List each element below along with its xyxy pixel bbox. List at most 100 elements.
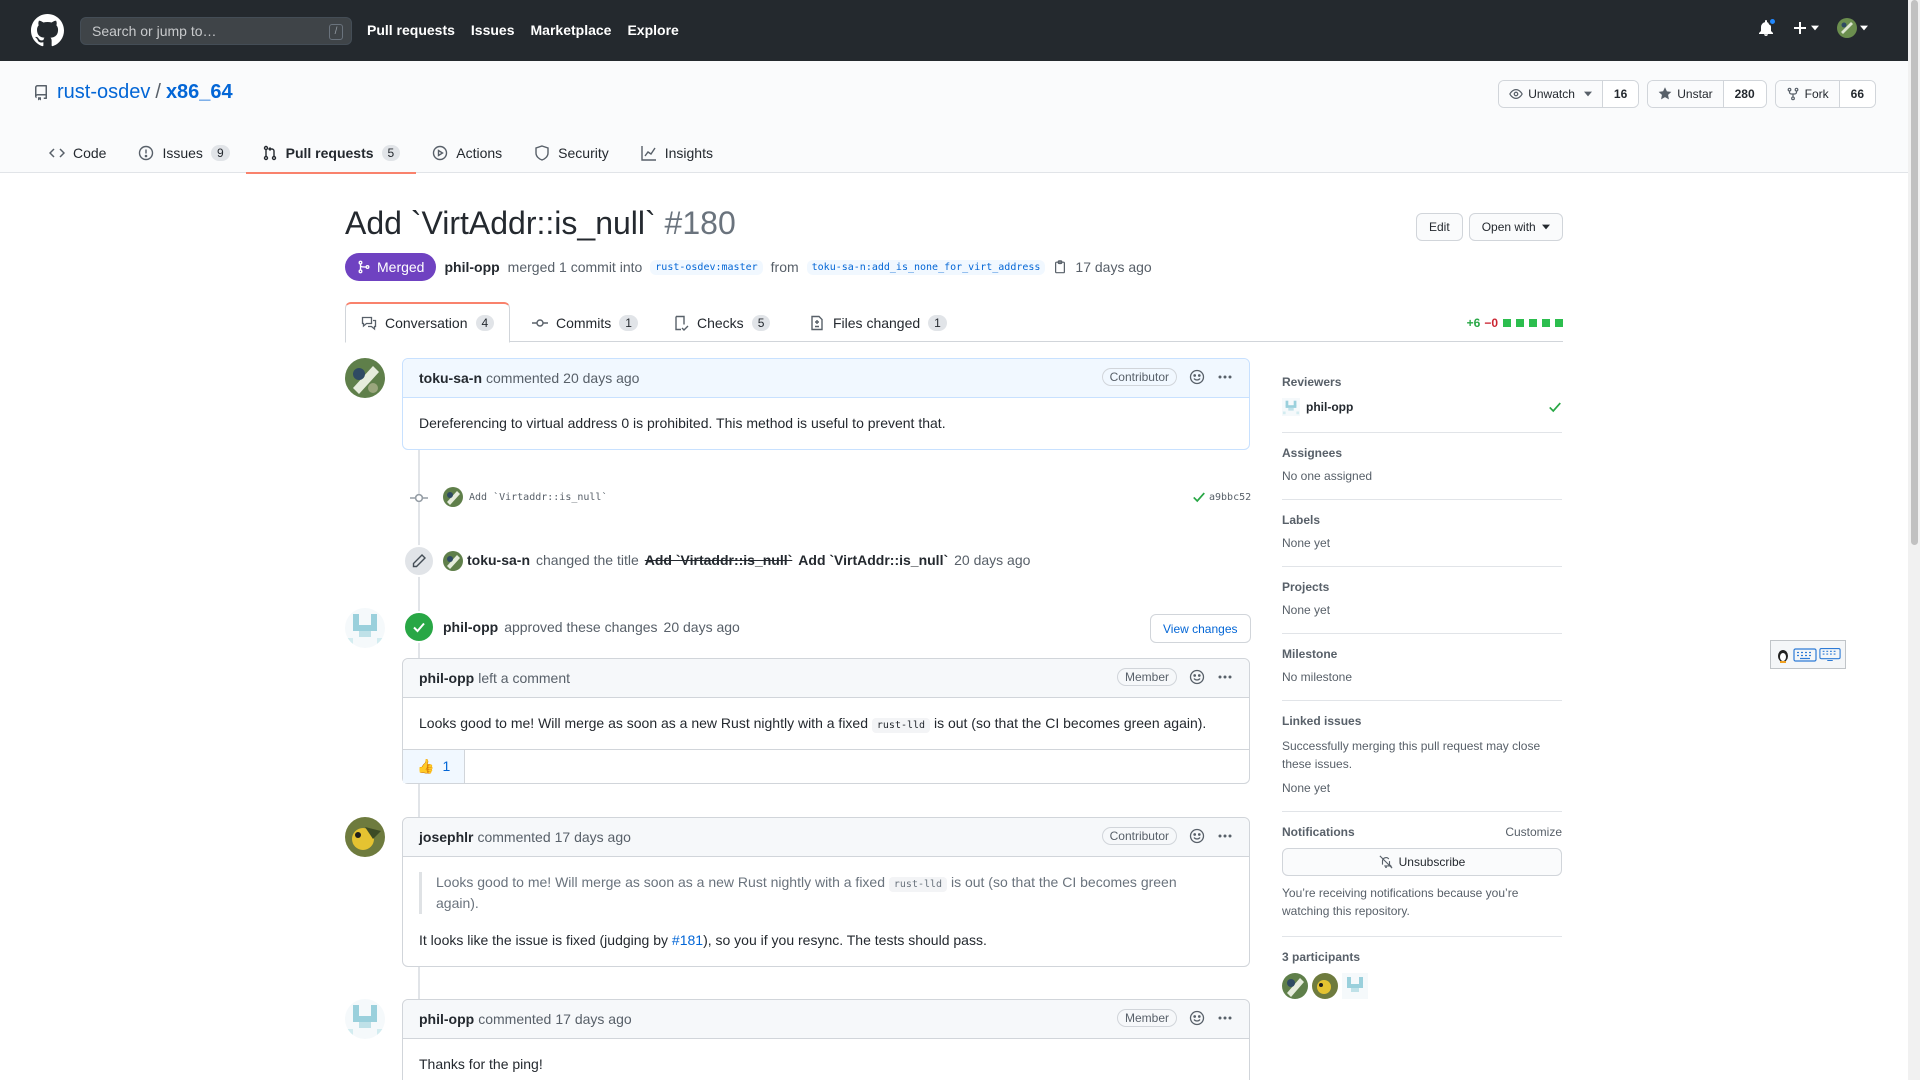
scrollbar-thumb[interactable] <box>1911 0 1918 545</box>
milestone-heading[interactable]: Milestone <box>1282 647 1562 661</box>
tab-actions[interactable]: Actions <box>416 133 518 173</box>
edit-title-button[interactable]: Edit <box>1416 213 1463 241</box>
input-method-widget[interactable] <box>1770 640 1846 669</box>
sidebar: Reviewers phil-opp Assignees No one assi… <box>1282 362 1562 1015</box>
customize-link[interactable]: Customize <box>1505 825 1562 839</box>
merged-state-badge: Merged <box>345 253 437 281</box>
kebab-horizontal-icon[interactable] <box>1217 828 1233 844</box>
reviewer-name[interactable]: phil-opp <box>1306 400 1353 414</box>
comment-author[interactable]: toku-sa-n <box>419 370 482 386</box>
search-input[interactable]: Search or jump to… / <box>80 17 352 45</box>
commit-status: a9bbc52 <box>1192 490 1251 504</box>
comment-time[interactable]: 20 days ago <box>563 370 639 386</box>
keyboard-icon <box>1819 647 1841 661</box>
tab-checks[interactable]: Checks 5 <box>658 302 785 343</box>
comment-author[interactable]: phil-opp <box>419 1011 474 1027</box>
tab-code[interactable]: Code <box>33 133 122 173</box>
watchers-count[interactable]: 16 <box>1602 81 1639 107</box>
issue-link[interactable]: #181 <box>672 932 703 948</box>
new-title: Add `VirtAddr::is_null` <box>798 552 949 568</box>
github-logo-icon[interactable] <box>31 14 64 47</box>
repo-name-link[interactable]: x86_64 <box>166 81 233 104</box>
search-shortcut-key: / <box>329 24 343 40</box>
fork-button[interactable]: Fork <box>1775 81 1840 107</box>
avatar[interactable] <box>345 817 385 857</box>
smiley-icon[interactable] <box>1189 369 1205 385</box>
fork-button-group: Fork 66 <box>1774 80 1876 108</box>
base-branch[interactable]: rust-osdev:master <box>650 259 763 275</box>
avatar[interactable] <box>345 358 385 398</box>
comment-tools: Member <box>1116 668 1233 686</box>
clipboard-icon[interactable] <box>1053 260 1067 274</box>
commit-sha[interactable]: a9bbc52 <box>1209 492 1251 503</box>
tab-files-changed[interactable]: Files changed 1 <box>794 302 962 343</box>
avatar[interactable] <box>345 608 385 648</box>
review-author[interactable]: phil-opp <box>443 619 498 635</box>
pull-requests-count: 5 <box>381 145 401 161</box>
tab-commits[interactable]: Commits 1 <box>517 302 653 343</box>
stargazers-count[interactable]: 280 <box>1723 81 1766 107</box>
smiley-icon[interactable] <box>1189 1010 1205 1026</box>
unwatch-button[interactable]: Unwatch <box>1499 81 1603 107</box>
create-new-menu[interactable] <box>1792 20 1819 36</box>
inline-code: rust-lld <box>888 877 948 892</box>
unstar-button[interactable]: Unstar <box>1648 81 1724 107</box>
forks-count[interactable]: 66 <box>1839 81 1875 107</box>
notifications-bell-icon[interactable] <box>1758 17 1777 36</box>
labels-heading[interactable]: Labels <box>1282 513 1562 527</box>
nav-issues[interactable]: Issues <box>471 22 515 38</box>
merger-link[interactable]: phil-opp <box>444 259 499 275</box>
avatar[interactable] <box>443 551 463 571</box>
commit-message[interactable]: Add `Virtaddr::is_null` <box>469 492 607 503</box>
issue-opened-icon <box>139 145 154 161</box>
scrollbar[interactable] <box>1908 0 1920 1080</box>
avatar[interactable] <box>345 999 385 1039</box>
avatar[interactable] <box>1282 398 1300 416</box>
pr-title-text: Add `VirtAddr::is_null` <box>345 205 656 241</box>
merged-time: 17 days ago <box>1075 259 1152 275</box>
kebab-horizontal-icon[interactable] <box>1217 369 1233 385</box>
comment-time[interactable]: 17 days ago <box>555 1011 631 1027</box>
nav-explore[interactable]: Explore <box>627 22 678 38</box>
head-branch[interactable]: toku-sa-n:add_is_none_for_virt_address <box>806 259 1046 275</box>
event-author[interactable]: toku-sa-n <box>467 552 530 568</box>
tab-security-label: Security <box>558 145 609 161</box>
thumbs-up-reaction[interactable]: 👍 1 <box>403 749 466 783</box>
repo-owner-link[interactable]: rust-osdev <box>57 81 150 104</box>
projects-heading[interactable]: Projects <box>1282 580 1562 594</box>
reviewers-heading[interactable]: Reviewers <box>1282 375 1562 389</box>
tab-issues[interactable]: Issues 9 <box>122 133 245 173</box>
reviewer-row: phil-opp <box>1282 398 1562 416</box>
tab-conversation[interactable]: Conversation 4 <box>345 302 511 343</box>
review-time[interactable]: 20 days ago <box>664 619 740 635</box>
check-icon[interactable] <box>1192 490 1206 504</box>
unsubscribe-label: Unsubscribe <box>1398 855 1466 869</box>
linked-issues-heading[interactable]: Linked issues <box>1282 714 1562 728</box>
assignees-heading[interactable]: Assignees <box>1282 446 1562 460</box>
view-changes-button[interactable]: View changes <box>1150 614 1251 643</box>
smiley-icon[interactable] <box>1189 669 1205 685</box>
kebab-horizontal-icon[interactable] <box>1217 1010 1233 1026</box>
user-menu[interactable] <box>1837 18 1868 38</box>
avatar[interactable] <box>1312 973 1338 999</box>
comment-time[interactable]: 17 days ago <box>555 829 631 845</box>
avatar[interactable] <box>1282 973 1308 999</box>
nav-pull-requests[interactable]: Pull requests <box>367 22 455 38</box>
tab-pull-requests-label: Pull requests <box>285 145 374 161</box>
nav-marketplace[interactable]: Marketplace <box>531 22 612 38</box>
comment-author[interactable]: josephlr <box>419 829 473 845</box>
tab-security[interactable]: Security <box>518 133 625 173</box>
comment-action: left a comment <box>478 670 571 686</box>
tab-insights[interactable]: Insights <box>625 133 729 173</box>
kebab-horizontal-icon[interactable] <box>1217 669 1233 685</box>
avatar[interactable] <box>443 487 463 507</box>
tab-insights-label: Insights <box>664 145 713 161</box>
smiley-icon[interactable] <box>1189 828 1205 844</box>
event-time[interactable]: 20 days ago <box>954 552 1030 568</box>
unsubscribe-button[interactable]: Unsubscribe <box>1282 848 1562 876</box>
avatar[interactable] <box>1342 973 1368 999</box>
open-with-button[interactable]: Open with <box>1468 213 1563 241</box>
pr-meta: Merged phil-opp merged 1 commit into rus… <box>345 253 1152 281</box>
tab-pull-requests[interactable]: Pull requests 5 <box>245 133 417 174</box>
comment-author[interactable]: phil-opp <box>419 670 474 686</box>
